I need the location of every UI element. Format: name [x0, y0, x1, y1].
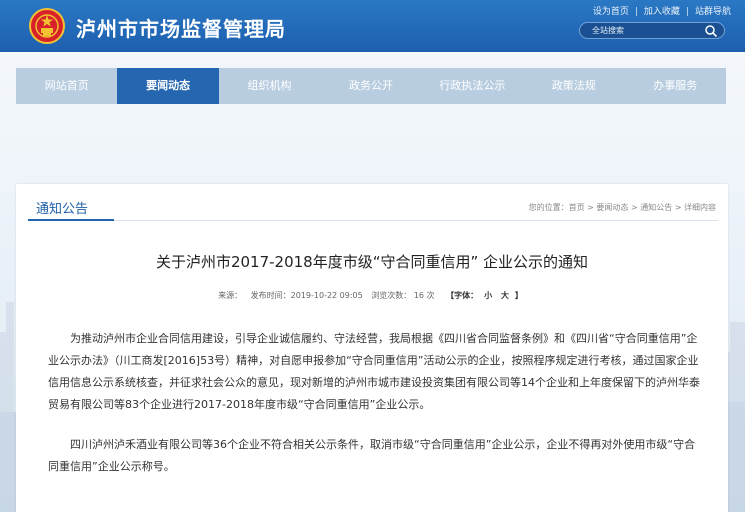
- main-nav: 网站首页 要闻动态 组织机构 政务公开 行政执法公示 政策法规 办事服务: [16, 68, 726, 104]
- nav-item-organization[interactable]: 组织机构: [219, 68, 320, 104]
- meta-source: 来源：: [218, 291, 243, 300]
- nav-item-news[interactable]: 要闻动态: [117, 68, 219, 104]
- top-links: 设为首页 | 加入收藏 | 站群导航: [593, 4, 731, 17]
- nav-item-policies[interactable]: 政策法规: [523, 68, 624, 104]
- font-small-button[interactable]: 小: [484, 291, 492, 300]
- font-size-end: 】: [514, 291, 523, 300]
- article-paragraph-2: 四川泸州泸禾酒业有限公司等36个企业不符合相关公示条件，取消市级“守合同重信用”…: [48, 438, 696, 473]
- divider: |: [634, 7, 638, 17]
- nav-item-enforcement[interactable]: 行政执法公示: [422, 68, 523, 104]
- breadcrumb: 您的位置：首页 > 要闻动态 > 通知公告 > 详细内容: [528, 203, 716, 212]
- nav-item-services[interactable]: 办事服务: [625, 68, 726, 104]
- section-underline: [28, 219, 114, 221]
- font-large-button[interactable]: 大: [501, 291, 509, 300]
- site-title: 泸州市市场监督管理局: [76, 17, 286, 41]
- divider: |: [685, 7, 689, 17]
- page: 泸州市市场监督管理局 设为首页 | 加入收藏 | 站群导航 全站搜索 网站首页 要闻动态…: [0, 0, 745, 512]
- meta-views: 浏览次数： 16 次: [371, 291, 435, 300]
- article-meta: 来源： 发布时间：2019-10-22 09:05 浏览次数： 16 次 【字体…: [16, 290, 728, 301]
- nav-item-home[interactable]: 网站首页: [16, 68, 117, 104]
- nav-item-government-affairs[interactable]: 政务公开: [320, 68, 421, 104]
- set-homepage-link[interactable]: 设为首页: [593, 7, 629, 17]
- site-header: 泸州市市场监督管理局 设为首页 | 加入收藏 | 站群导航 全站搜索: [0, 0, 745, 52]
- section-divider: [28, 220, 718, 221]
- search-box[interactable]: 全站搜索: [579, 22, 725, 39]
- font-size-label: 【字体：: [446, 291, 479, 300]
- national-emblem-icon: [29, 8, 65, 44]
- search-icon[interactable]: [704, 24, 718, 38]
- meta-publish-time: 发布时间：2019-10-22 09:05: [250, 291, 363, 300]
- article-title: 关于泸州市2017-2018年度市级“守合同重信用” 企业公示的通知: [155, 253, 589, 271]
- article-paragraph-1: 为推动泸州市企业合同信用建设，引导企业诚信履约、守法经营，我局根据《四川省合同监…: [48, 332, 700, 411]
- article-card: 通知公告 您的位置：首页 > 要闻动态 > 通知公告 > 详细内容 关于泸州市2…: [16, 184, 728, 512]
- site-group-nav-link[interactable]: 站群导航: [695, 7, 731, 17]
- section-title: 通知公告: [36, 202, 89, 217]
- font-size-control: 【字体： 小 大】: [443, 291, 526, 300]
- add-favorite-link[interactable]: 加入收藏: [644, 7, 680, 17]
- search-input[interactable]: 全站搜索: [592, 25, 624, 36]
